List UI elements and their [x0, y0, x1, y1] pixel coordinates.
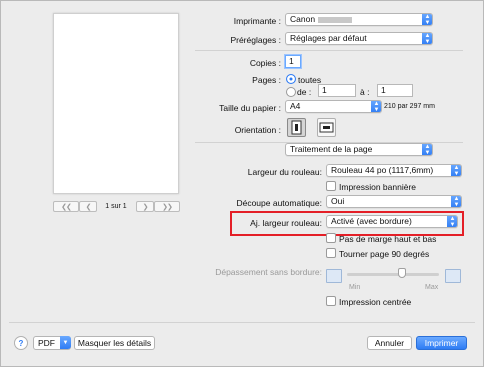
chevron-updown-icon: ▲ ▼	[422, 14, 432, 25]
pages-range-radio[interactable]	[286, 87, 296, 97]
page-indicator: 1 sur 1	[105, 203, 127, 210]
banner-label: Impression bannière	[339, 182, 417, 192]
no-margin-label: Pas de marge haut et bas	[339, 234, 437, 244]
hide-details-button[interactable]: Masquer les détails	[74, 336, 155, 350]
prev-page-icon: ❮	[85, 203, 92, 211]
overflow-min-label: Min	[349, 284, 361, 291]
centered-label: Impression centrée	[339, 297, 412, 307]
pages-from-label: de :	[297, 87, 312, 97]
next-page-icon: ❯	[142, 203, 149, 211]
overflow-slider-thumb[interactable]	[398, 268, 407, 278]
presets-value: Réglages par défaut	[290, 33, 367, 43]
pdf-label: PDF	[38, 338, 55, 348]
no-margin-checkbox[interactable]	[326, 233, 336, 243]
orientation-label: Orientation :	[234, 125, 281, 135]
chevron-updown-icon: ▲ ▼	[422, 33, 432, 44]
fit-roll-width-value: Activé (avec bordure)	[331, 216, 412, 226]
cancel-button[interactable]: Annuler	[367, 336, 412, 350]
auto-cut-value: Oui	[331, 196, 345, 206]
chevron-updown-icon: ▲ ▼	[451, 165, 461, 176]
landscape-orientation-button[interactable]	[317, 118, 336, 137]
rotate-label: Tourner page 90 degrés	[339, 249, 430, 259]
paper-size-dimensions: 210 par 297 mm	[384, 103, 435, 110]
printer-value: Canon	[290, 14, 316, 24]
help-button[interactable]: ?	[14, 336, 28, 350]
chevron-updown-icon: ▲ ▼	[447, 216, 457, 227]
print-button[interactable]: Imprimer	[416, 336, 467, 350]
paper-size-select[interactable]: A4 ▲ ▼	[285, 100, 382, 113]
section-value: Traitement de la page	[290, 144, 373, 154]
copies-input[interactable]: 1	[285, 55, 301, 68]
section-select[interactable]: Traitement de la page ▲ ▼	[285, 143, 433, 156]
pages-from-input[interactable]: 1	[318, 84, 356, 97]
auto-cut-label: Découpe automatique:	[236, 198, 322, 208]
chevron-updown-icon: ▲ ▼	[422, 144, 432, 155]
chevron-updown-icon: ▲ ▼	[451, 196, 461, 207]
pages-label: Pages :	[252, 75, 281, 85]
centered-checkbox[interactable]	[326, 296, 336, 306]
fit-roll-width-label: Aj. largeur rouleau:	[250, 218, 322, 228]
presets-select[interactable]: Réglages par défaut ▲ ▼	[285, 32, 433, 45]
pdf-menu-button[interactable]: PDF ▼	[33, 336, 71, 350]
presets-label: Préréglages :	[230, 35, 281, 45]
overflow-max-label: Max	[425, 284, 439, 291]
banner-checkbox[interactable]	[326, 181, 336, 191]
image-small-icon	[326, 269, 342, 283]
last-page-icon: ❯❯	[162, 203, 173, 211]
first-page-button[interactable]: ❮❮	[53, 201, 79, 212]
roll-width-value: Rouleau 44 po (1117,6mm)	[331, 165, 434, 175]
page-preview	[53, 13, 179, 194]
fit-roll-width-select[interactable]: Activé (avec bordure) ▲ ▼	[326, 215, 458, 228]
printer-label: Imprimante :	[233, 16, 281, 26]
chevron-updown-icon: ▲ ▼	[371, 101, 381, 112]
pages-to-input[interactable]: 1	[377, 84, 413, 97]
next-page-button[interactable]: ❯	[136, 201, 154, 212]
paper-size-value: A4	[290, 101, 301, 111]
prev-page-button[interactable]: ❮	[79, 201, 97, 212]
auto-cut-select[interactable]: Oui ▲ ▼	[326, 195, 462, 208]
paper-size-label: Taille du papier :	[219, 103, 281, 113]
pages-all-radio[interactable]	[286, 74, 296, 84]
footer-divider	[9, 322, 475, 323]
overflow-label: Dépassement sans bordure:	[215, 267, 322, 277]
pages-to-label: à :	[360, 87, 370, 97]
landscape-icon	[319, 122, 334, 133]
last-page-button[interactable]: ❯❯	[154, 201, 180, 212]
portrait-orientation-button[interactable]	[287, 118, 306, 137]
chevron-down-icon: ▼	[60, 336, 71, 349]
overflow-slider-track[interactable]	[347, 273, 439, 276]
roll-width-select[interactable]: Rouleau 44 po (1117,6mm) ▲ ▼	[326, 164, 462, 177]
roll-width-label: Largeur du rouleau:	[247, 167, 322, 177]
printer-model-redacted	[318, 17, 352, 23]
printer-select[interactable]: Canon ▲ ▼	[285, 13, 433, 26]
rotate-checkbox[interactable]	[326, 248, 336, 258]
copies-label: Copies :	[249, 58, 281, 68]
portrait-icon	[291, 120, 302, 135]
first-page-icon: ❮❮	[61, 203, 72, 211]
image-large-icon	[445, 269, 461, 283]
divider	[195, 50, 463, 51]
